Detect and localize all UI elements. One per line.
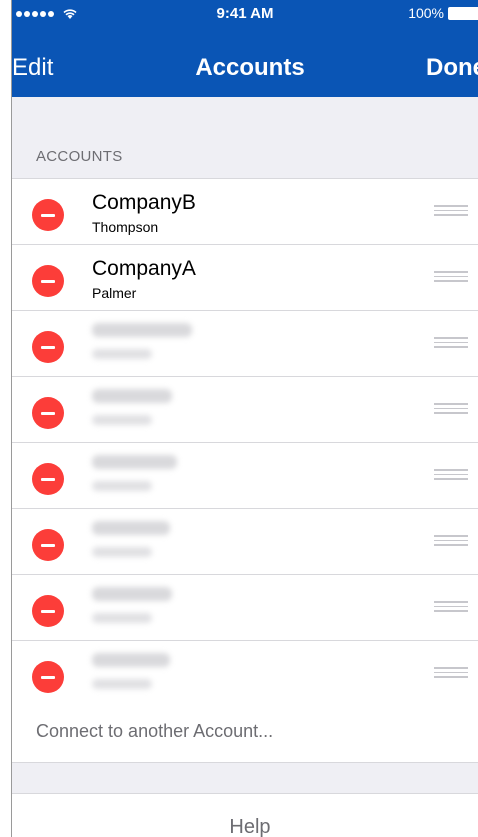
redacted-account-user <box>92 547 152 557</box>
redacted-account-user <box>92 349 152 359</box>
redacted-account-name <box>92 653 170 667</box>
account-row-redacted[interactable] <box>12 443 478 509</box>
account-row-redacted[interactable] <box>12 575 478 641</box>
minus-circle-icon[interactable] <box>32 199 64 231</box>
redacted-account-user <box>92 481 152 491</box>
reorder-handle-icon[interactable] <box>434 601 468 613</box>
account-row-redacted[interactable] <box>12 377 478 443</box>
top-bar: 9:41 AM 100% Edit Accounts Done <box>12 0 478 97</box>
reorder-handle-icon[interactable] <box>434 535 468 547</box>
accounts-section-header: ACCOUNTS <box>36 148 123 165</box>
accounts-list: CompanyB Thompson CompanyA Palmer <box>12 178 478 707</box>
account-user: Thompson <box>92 219 159 235</box>
account-row[interactable]: CompanyB Thompson <box>12 179 478 245</box>
redacted-account-user <box>92 613 152 623</box>
reorder-handle-icon[interactable] <box>434 403 468 415</box>
minus-circle-icon[interactable] <box>32 661 64 693</box>
help-row[interactable]: Help <box>12 793 478 837</box>
battery-percentage: 100% <box>408 5 444 21</box>
minus-circle-icon[interactable] <box>32 595 64 627</box>
redacted-account-name <box>92 587 172 601</box>
battery-indicator: 100% <box>408 5 478 21</box>
redacted-account-name <box>92 521 170 535</box>
reorder-handle-icon[interactable] <box>434 667 468 679</box>
status-bar: 9:41 AM 100% <box>12 0 478 28</box>
reorder-handle-icon[interactable] <box>434 469 468 481</box>
redacted-account-user <box>92 679 152 689</box>
connect-account-label: Connect to another Account... <box>36 721 274 741</box>
battery-icon <box>448 6 478 20</box>
device-frame-edge <box>0 0 12 837</box>
account-name: CompanyB <box>92 191 196 214</box>
done-button[interactable]: Done <box>426 54 478 82</box>
accounts-screen: 9:41 AM 100% Edit Accounts Done ACCOUNTS… <box>12 0 478 837</box>
account-row-redacted[interactable] <box>12 509 478 575</box>
account-row[interactable]: CompanyA Palmer <box>12 245 478 311</box>
account-row-redacted[interactable] <box>12 311 478 377</box>
minus-circle-icon[interactable] <box>32 265 64 297</box>
minus-circle-icon[interactable] <box>32 331 64 363</box>
redacted-account-name <box>92 323 192 337</box>
reorder-handle-icon[interactable] <box>434 205 468 217</box>
account-name: CompanyA <box>92 257 196 280</box>
reorder-handle-icon[interactable] <box>434 337 468 349</box>
connect-account-row[interactable]: Connect to another Account... <box>12 698 478 763</box>
reorder-handle-icon[interactable] <box>434 271 468 283</box>
page-title: Accounts <box>195 54 305 81</box>
redacted-account-user <box>92 415 152 425</box>
redacted-account-name <box>92 389 172 403</box>
help-label: Help <box>229 816 271 837</box>
minus-circle-icon[interactable] <box>32 463 64 495</box>
minus-circle-icon[interactable] <box>32 397 64 429</box>
navigation-bar: Edit Accounts Done <box>12 28 478 97</box>
account-user: Palmer <box>92 285 137 301</box>
minus-circle-icon[interactable] <box>32 529 64 561</box>
redacted-account-name <box>92 455 177 469</box>
